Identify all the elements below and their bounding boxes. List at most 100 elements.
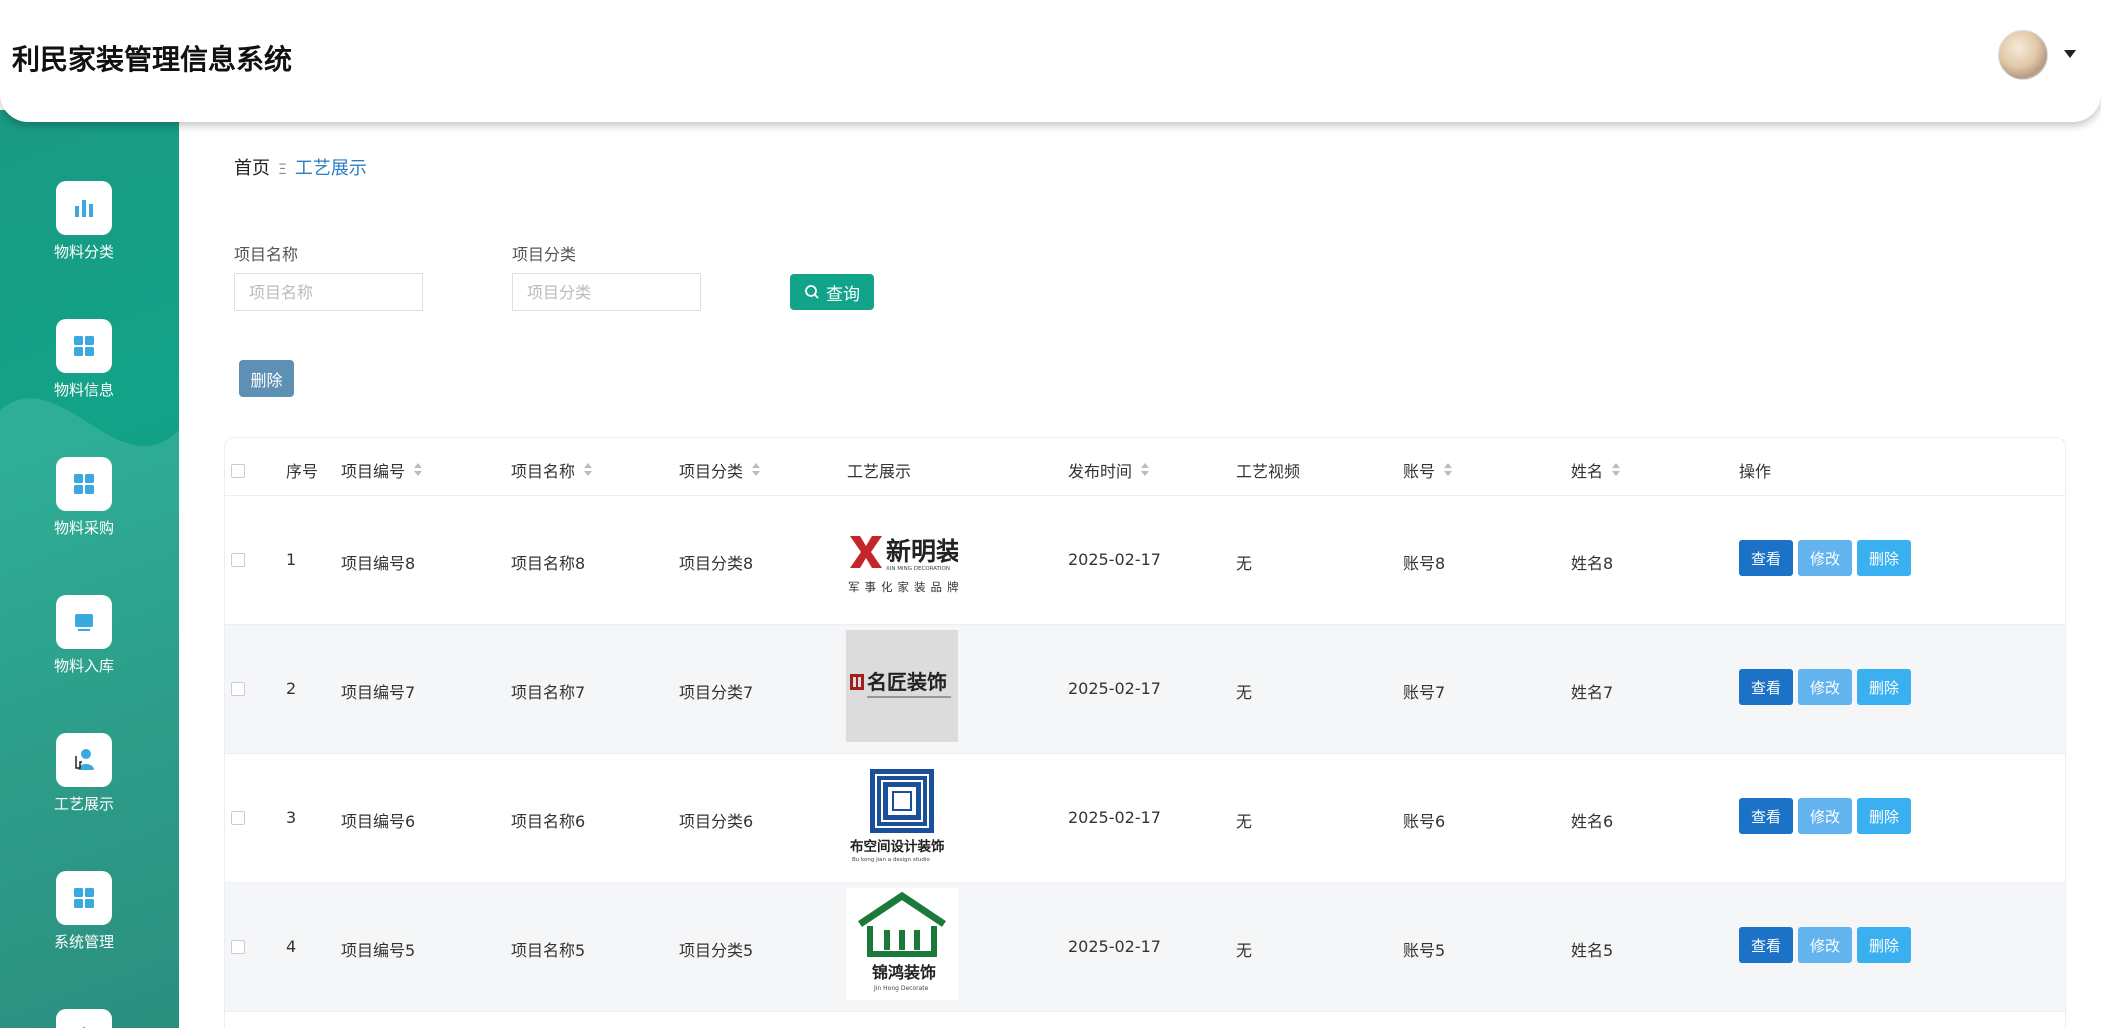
cell-person: 姓名8 (1571, 554, 1614, 573)
svg-text:名匠装饰: 名匠装饰 (867, 670, 947, 694)
column-header-name[interactable]: 项目名称 (511, 458, 593, 482)
cell-publish-time: 2025-02-17 (1068, 937, 1161, 956)
view-button[interactable]: 查看 (1739, 669, 1793, 705)
data-table: 序号 项目编号 项目名称 项目分类 工艺展示 发布时间 工艺视频 账号 姓名 操… (224, 437, 2066, 1028)
row-checkbox[interactable] (231, 553, 245, 567)
sort-icon[interactable] (1443, 463, 1453, 477)
breadcrumb: 首页 Ξ 工艺展示 (234, 154, 367, 180)
cell-category: 项目分类7 (679, 683, 754, 702)
column-header-category[interactable]: 项目分类 (679, 458, 761, 482)
sidebar-item-label: 物料入库 (53, 657, 114, 675)
cell-code: 项目编号8 (341, 554, 416, 573)
view-button[interactable]: 查看 (1739, 927, 1793, 963)
table-row: 2 项目编号7 项目名称7 项目分类7 名匠装饰 2025-02-17 无 账号… (225, 625, 2065, 754)
breadcrumb-current: 工艺展示 (294, 158, 367, 179)
row-checkbox[interactable] (231, 682, 245, 696)
cell-publish-time: 2025-02-17 (1068, 808, 1161, 827)
row-checkbox[interactable] (231, 811, 245, 825)
table-row: 3 项目编号6 项目名称6 项目分类6 布空间设计装饰 Bu kong jian… (225, 754, 2065, 883)
sort-icon[interactable] (751, 463, 761, 477)
svg-text:Jin Hong Decorate: Jin Hong Decorate (873, 985, 929, 992)
cell-index: 4 (286, 937, 297, 956)
cell-name: 项目名称6 (511, 812, 586, 831)
cell-video: 无 (1236, 812, 1253, 831)
sidebar-item-material-stock-in[interactable]: 物料入库 (0, 595, 168, 676)
cell-code: 项目编号6 (341, 812, 416, 831)
column-header-person[interactable]: 姓名 (1571, 458, 1621, 482)
project-name-input[interactable] (234, 273, 423, 311)
cell-name: 项目名称5 (511, 941, 586, 960)
column-header-craft-display: 工艺展示 (847, 462, 912, 481)
row-checkbox[interactable] (231, 940, 245, 954)
sort-icon[interactable] (1611, 463, 1621, 477)
breadcrumb-separator: Ξ (278, 162, 287, 178)
breadcrumb-home[interactable]: 首页 (234, 158, 270, 179)
svg-text:军事化家装品牌: 军事化家装品牌 (848, 580, 958, 594)
column-header-code[interactable]: 项目编号 (341, 458, 423, 482)
sidebar-item-system-management[interactable]: 系统管理 (0, 871, 168, 952)
edit-button[interactable]: 修改 (1798, 669, 1852, 705)
user-avatar[interactable] (1998, 30, 2048, 80)
sidebar-item-material-category[interactable]: 物料分类 (0, 181, 168, 262)
cell-category: 项目分类6 (679, 812, 754, 831)
top-header: 利民家装管理信息系统 (0, 0, 2101, 122)
sidebar-item-home[interactable] (0, 1009, 168, 1028)
cell-video: 无 (1236, 683, 1253, 702)
query-button[interactable]: 查询 (790, 274, 874, 310)
edit-button[interactable]: 修改 (1798, 798, 1852, 834)
column-header-actions: 操作 (1739, 462, 1772, 481)
cell-category: 项目分类5 (679, 941, 754, 960)
craft-image[interactable]: 锦鸿装饰 Jin Hong Decorate (846, 888, 958, 1000)
craft-image[interactable]: 名匠装饰 (846, 630, 958, 742)
monitor-icon (75, 614, 93, 631)
sort-icon[interactable] (413, 463, 423, 477)
grid-icon (74, 474, 94, 494)
cell-video: 无 (1236, 554, 1253, 573)
svg-text:新明装饰: 新明装饰 (886, 537, 958, 566)
table-header: 序号 项目编号 项目名称 项目分类 工艺展示 发布时间 工艺视频 账号 姓名 操… (225, 438, 2065, 496)
column-header-craft-video: 工艺视频 (1236, 462, 1301, 481)
select-all-checkbox[interactable] (231, 464, 245, 478)
delete-button[interactable]: 删除 (1857, 927, 1911, 963)
project-name-label: 项目名称 (234, 245, 299, 264)
sort-icon[interactable] (583, 463, 593, 477)
search-icon (805, 285, 819, 299)
edit-button[interactable]: 修改 (1798, 540, 1852, 576)
cell-account: 账号7 (1403, 683, 1446, 702)
cell-publish-time: 2025-02-17 (1068, 550, 1161, 569)
svg-text:XIN MING DECORATION: XIN MING DECORATION (886, 566, 950, 572)
cell-index: 3 (286, 808, 297, 827)
mingjiang-logo: 名匠装饰 (846, 630, 958, 742)
svg-text:锦鸿装饰: 锦鸿装饰 (872, 963, 936, 982)
sidebar-item-label: 系统管理 (53, 933, 114, 951)
sidebar-item-material-info[interactable]: 物料信息 (0, 319, 168, 400)
view-button[interactable]: 查看 (1739, 798, 1793, 834)
svg-text:Bu kong jian a design studio: Bu kong jian a design studio (852, 857, 930, 863)
craft-image[interactable]: 布空间设计装饰 Bu kong jian a design studio (846, 759, 958, 871)
project-category-input[interactable] (512, 273, 701, 311)
edit-button[interactable]: 修改 (1798, 927, 1852, 963)
table-row: 4 项目编号5 项目名称5 项目分类5 锦鸿装饰 Jin Hong Decora… (225, 883, 2065, 1012)
app-title: 利民家装管理信息系统 (12, 43, 293, 76)
xinming-logo: 新明装饰 XIN MING DECORATION 军事化家装品牌 (848, 536, 958, 594)
sidebar-item-material-purchase[interactable]: 物料采购 (0, 457, 168, 538)
delete-button[interactable]: 删除 (1857, 540, 1911, 576)
craft-image[interactable]: 新明装饰 XIN MING DECORATION 军事化家装品牌 (846, 506, 958, 618)
sidebar-item-label: 物料分类 (53, 243, 114, 261)
cell-person: 姓名5 (1571, 941, 1614, 960)
view-button[interactable]: 查看 (1739, 540, 1793, 576)
cell-name: 项目名称7 (511, 683, 586, 702)
grid-icon (74, 336, 94, 356)
cell-account: 账号8 (1403, 554, 1446, 573)
column-header-account[interactable]: 账号 (1403, 458, 1453, 482)
cell-index: 2 (286, 679, 297, 698)
cell-video: 无 (1236, 941, 1253, 960)
column-header-publish-time[interactable]: 发布时间 (1068, 458, 1150, 482)
sidebar-item-craft-display[interactable]: 工艺展示 (0, 733, 168, 814)
bulk-delete-button[interactable]: 删除 (239, 360, 294, 397)
delete-button[interactable]: 删除 (1857, 798, 1911, 834)
table-row: 1 项目编号8 项目名称8 项目分类8 新明装饰 XIN MING DECORA… (225, 496, 2065, 625)
chevron-down-icon[interactable] (2064, 50, 2076, 58)
sort-icon[interactable] (1140, 463, 1150, 477)
delete-button[interactable]: 删除 (1857, 669, 1911, 705)
